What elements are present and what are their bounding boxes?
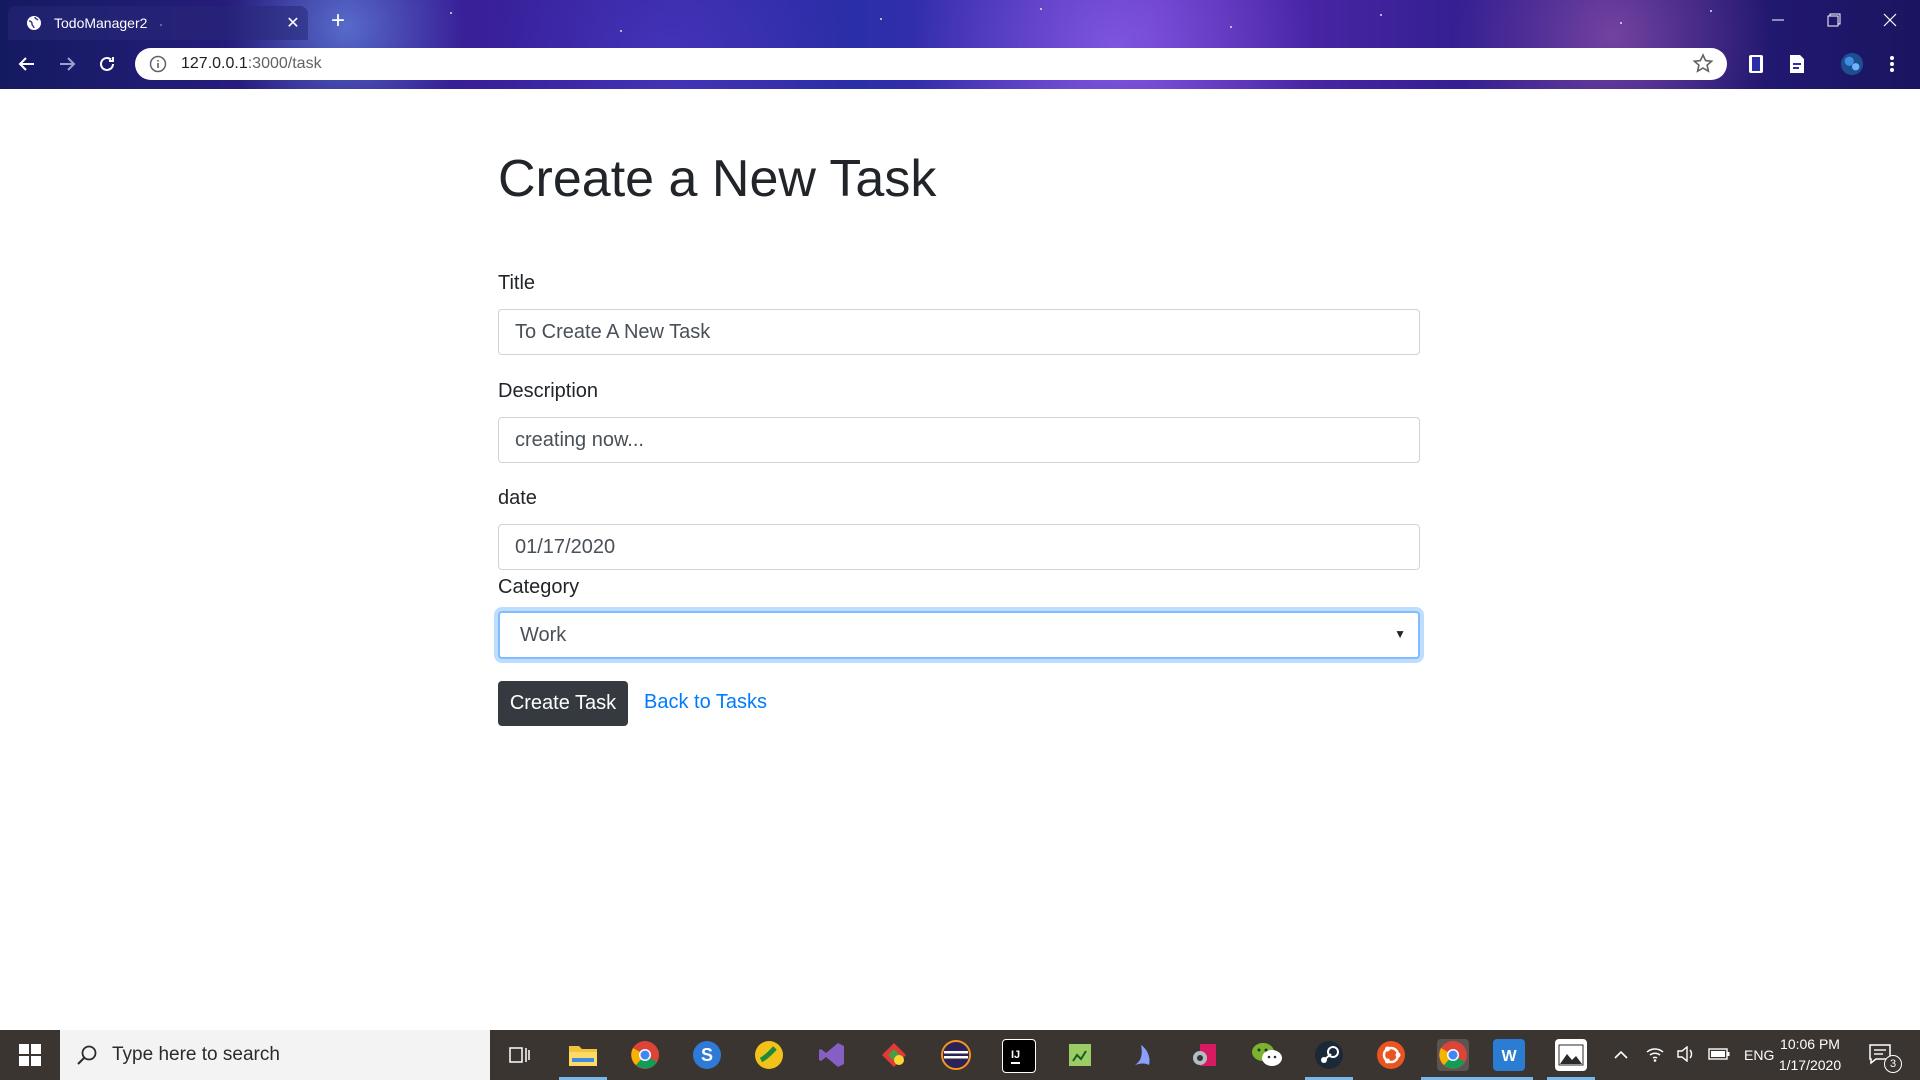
arrow-left-icon [18, 57, 34, 71]
start-button[interactable] [0, 1030, 60, 1080]
globe-icon [27, 16, 41, 30]
wifi-icon[interactable] [1646, 1046, 1664, 1065]
green-circle-app-icon[interactable] [753, 1039, 785, 1071]
category-select-value: Work [520, 623, 567, 646]
close-icon [1883, 13, 1897, 27]
notepad-app-icon[interactable] [1064, 1039, 1096, 1071]
eclipse-icon[interactable] [940, 1039, 972, 1071]
restore-icon [1827, 13, 1841, 27]
arrow-right-icon [60, 57, 76, 71]
info-icon[interactable] [149, 55, 167, 73]
clock-date: 1/17/2020 [1778, 1057, 1842, 1073]
browser-tab[interactable]: TodoManager2 ✕ [8, 6, 308, 40]
svg-text:W: W [1501, 1048, 1517, 1065]
date-input-value: 01/17/2020 [515, 535, 616, 558]
colorful-app-icon[interactable] [878, 1039, 910, 1071]
date-label: date [498, 487, 537, 509]
date-input[interactable]: 01/17/2020 [498, 524, 1420, 570]
url-host: 127.0.0.1 [181, 55, 248, 72]
close-window-button[interactable] [1862, 6, 1918, 34]
intellij-icon[interactable]: IJ [1002, 1039, 1036, 1073]
clock-time: 10:06 PM [1780, 1036, 1840, 1052]
taskbar-clock[interactable]: 10:06 PM 1/17/2020 [1763, 1034, 1857, 1076]
search-icon [77, 1045, 97, 1065]
back-to-tasks-link[interactable]: Back to Tasks [644, 691, 767, 714]
profile-avatar-icon[interactable] [1840, 52, 1864, 76]
page-title: Create a New Task [498, 150, 937, 208]
dolphin-app-icon[interactable] [1127, 1039, 1159, 1071]
file-explorer-icon[interactable] [567, 1039, 599, 1071]
create-task-button[interactable]: Create Task [498, 681, 628, 726]
minimize-window-button[interactable] [1750, 6, 1806, 34]
title-label: Title [498, 272, 536, 294]
word-icon[interactable]: W [1493, 1039, 1525, 1071]
back-button[interactable] [13, 50, 41, 78]
chrome-menu-icon[interactable] [1880, 52, 1904, 76]
chrome-active-icon[interactable] [1437, 1039, 1469, 1071]
reader-extension-icon[interactable] [1744, 52, 1768, 76]
url-text: 127.0.0.1:3000/task [181, 55, 1691, 73]
description-input[interactable]: creating now... [498, 417, 1420, 463]
address-bar[interactable]: 127.0.0.1:3000/task [135, 48, 1727, 80]
notification-count-badge: 3 [1884, 1055, 1902, 1073]
battery-icon[interactable] [1708, 1047, 1730, 1063]
category-select[interactable]: Work ▼ [498, 611, 1420, 659]
photos-icon[interactable] [1555, 1039, 1587, 1071]
action-center-button[interactable]: 3 [1866, 1041, 1902, 1073]
chevron-up-icon[interactable] [1610, 1047, 1632, 1063]
volume-icon[interactable] [1676, 1045, 1696, 1065]
steam-icon[interactable] [1313, 1039, 1345, 1071]
minimize-icon [1772, 19, 1784, 21]
description-label: Description [498, 380, 599, 402]
chevron-down-icon: ▼ [1394, 627, 1406, 641]
bookmark-star-icon[interactable] [1691, 52, 1715, 76]
description-input-value: creating now... [515, 428, 644, 451]
svg-text:S: S [701, 1045, 713, 1065]
wechat-icon[interactable] [1251, 1039, 1283, 1071]
browser-title-bar: TodoManager2 ✕ + 127.0.0.1:3000/task [0, 0, 1920, 89]
restore-window-button[interactable] [1806, 6, 1862, 34]
ubuntu-icon[interactable] [1375, 1039, 1407, 1071]
document-extension-icon[interactable] [1785, 52, 1809, 76]
taskbar-search[interactable]: Type here to search [60, 1030, 490, 1080]
app-gears-icon[interactable] [1189, 1039, 1221, 1071]
category-label: Category [498, 576, 580, 598]
reload-button[interactable] [93, 50, 121, 78]
title-input-value: To Create A New Task [515, 320, 711, 343]
close-tab-icon[interactable]: ✕ [278, 13, 308, 33]
tab-title: TodoManager2 [54, 15, 148, 31]
svg-text:IJ: IJ [1011, 1049, 1020, 1061]
search-placeholder: Type here to search [112, 1044, 280, 1065]
new-tab-button[interactable]: + [326, 8, 350, 34]
visual-studio-icon[interactable] [816, 1039, 848, 1071]
title-input[interactable]: To Create A New Task [498, 309, 1420, 355]
taskbar: Type here to search S IJ W ENG 10:06 PM … [0, 1030, 1920, 1080]
url-path: :3000/task [247, 55, 322, 72]
chrome-icon[interactable] [629, 1039, 661, 1071]
system-tray: ENG [1610, 1030, 1774, 1080]
windows-logo-icon [19, 1044, 41, 1066]
reload-icon [100, 56, 114, 71]
forward-button[interactable] [53, 50, 81, 78]
skype-like-app-icon[interactable]: S [691, 1039, 723, 1071]
task-view-icon[interactable] [504, 1039, 536, 1071]
